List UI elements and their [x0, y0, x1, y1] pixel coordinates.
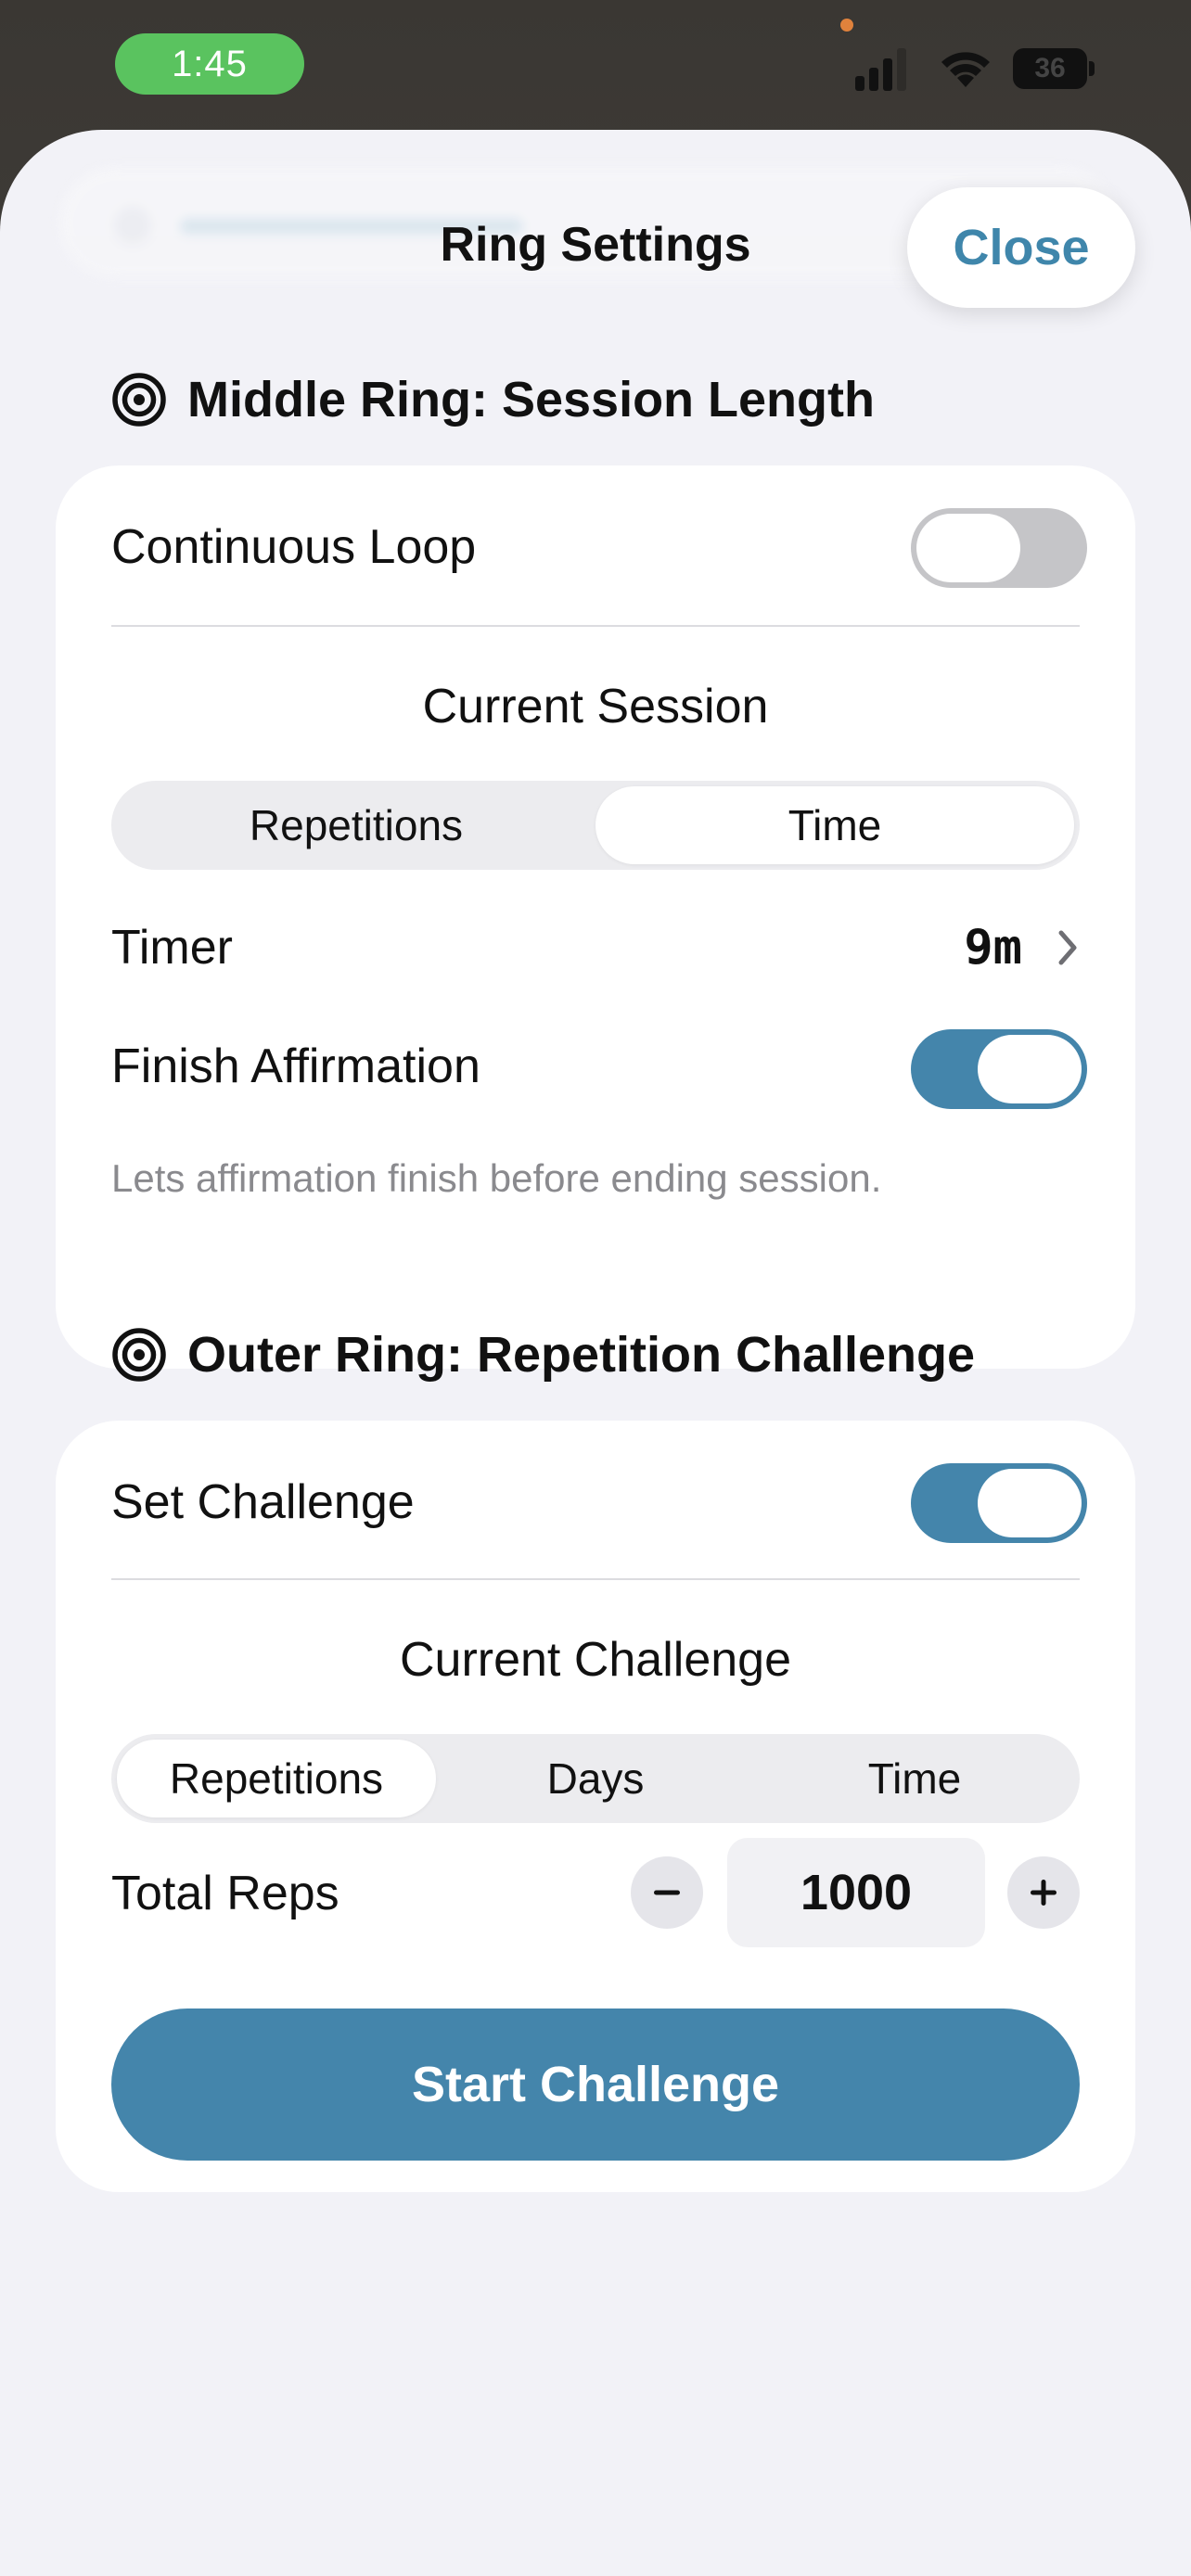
- cellular-signal-icon: [855, 48, 906, 91]
- close-button[interactable]: Close: [907, 187, 1135, 308]
- increment-button[interactable]: [1007, 1856, 1080, 1929]
- outer-ring-card: Set Challenge Current Challenge Repetiti…: [56, 1421, 1135, 2192]
- session-mode-segmented-control: Repetitions Time: [111, 781, 1080, 870]
- set-challenge-toggle[interactable]: [911, 1463, 1087, 1543]
- minus-icon: [654, 1890, 680, 1895]
- middle-ring-card: Continuous Loop Current Session Repetiti…: [56, 465, 1135, 1369]
- current-challenge-label: Current Challenge: [399, 1633, 792, 1687]
- total-reps-label: Total Reps: [111, 1867, 339, 1920]
- finish-affirmation-label: Finish Affirmation: [111, 1039, 480, 1093]
- challenge-mode-segmented-control: Repetitions Days Time: [111, 1734, 1080, 1823]
- ring-settings-sheet: Ring Settings Close Middle Ring: Session…: [0, 130, 1191, 2576]
- toggle-knob: [978, 1035, 1082, 1103]
- target-icon: [112, 1328, 166, 1382]
- battery-level: 36: [1013, 48, 1087, 89]
- toggle-knob: [916, 514, 1020, 582]
- current-session-label: Current Session: [422, 680, 769, 733]
- status-bar: 1:45 36: [0, 0, 1191, 130]
- plus-icon: [1031, 1880, 1057, 1906]
- middle-ring-title: Middle Ring: Session Length: [187, 372, 875, 427]
- target-icon: [112, 373, 166, 427]
- toggle-knob: [978, 1469, 1082, 1537]
- start-challenge-button[interactable]: Start Challenge: [111, 2009, 1080, 2161]
- set-challenge-label: Set Challenge: [111, 1475, 415, 1529]
- finish-affirmation-toggle[interactable]: [911, 1029, 1087, 1109]
- battery-cap: [1089, 61, 1095, 76]
- segment-repetitions[interactable]: Repetitions: [117, 1740, 436, 1817]
- total-reps-value[interactable]: 1000: [727, 1838, 985, 1947]
- segment-repetitions[interactable]: Repetitions: [117, 786, 596, 864]
- middle-ring-header: Middle Ring: Session Length: [111, 367, 875, 432]
- finish-affirmation-footnote: Lets affirmation finish before ending se…: [111, 1156, 882, 1200]
- continuous-loop-toggle[interactable]: [911, 508, 1087, 588]
- outer-ring-title: Outer Ring: Repetition Challenge: [187, 1327, 976, 1383]
- battery-icon: 36: [1013, 48, 1095, 89]
- segment-days[interactable]: Days: [436, 1740, 755, 1817]
- timer-label: Timer: [111, 921, 233, 975]
- wifi-icon: [941, 52, 990, 87]
- segment-time[interactable]: Time: [596, 786, 1074, 864]
- continuous-loop-label: Continuous Loop: [111, 520, 477, 574]
- decrement-button[interactable]: [631, 1856, 703, 1929]
- timer-value[interactable]: 9m: [964, 918, 1022, 977]
- privacy-indicator-icon: [840, 19, 853, 32]
- divider: [111, 1578, 1080, 1580]
- status-time: 1:45: [115, 33, 304, 95]
- outer-ring-header: Outer Ring: Repetition Challenge: [111, 1322, 975, 1387]
- segment-time[interactable]: Time: [755, 1740, 1074, 1817]
- chevron-right-icon[interactable]: [1056, 929, 1080, 966]
- divider: [111, 625, 1080, 627]
